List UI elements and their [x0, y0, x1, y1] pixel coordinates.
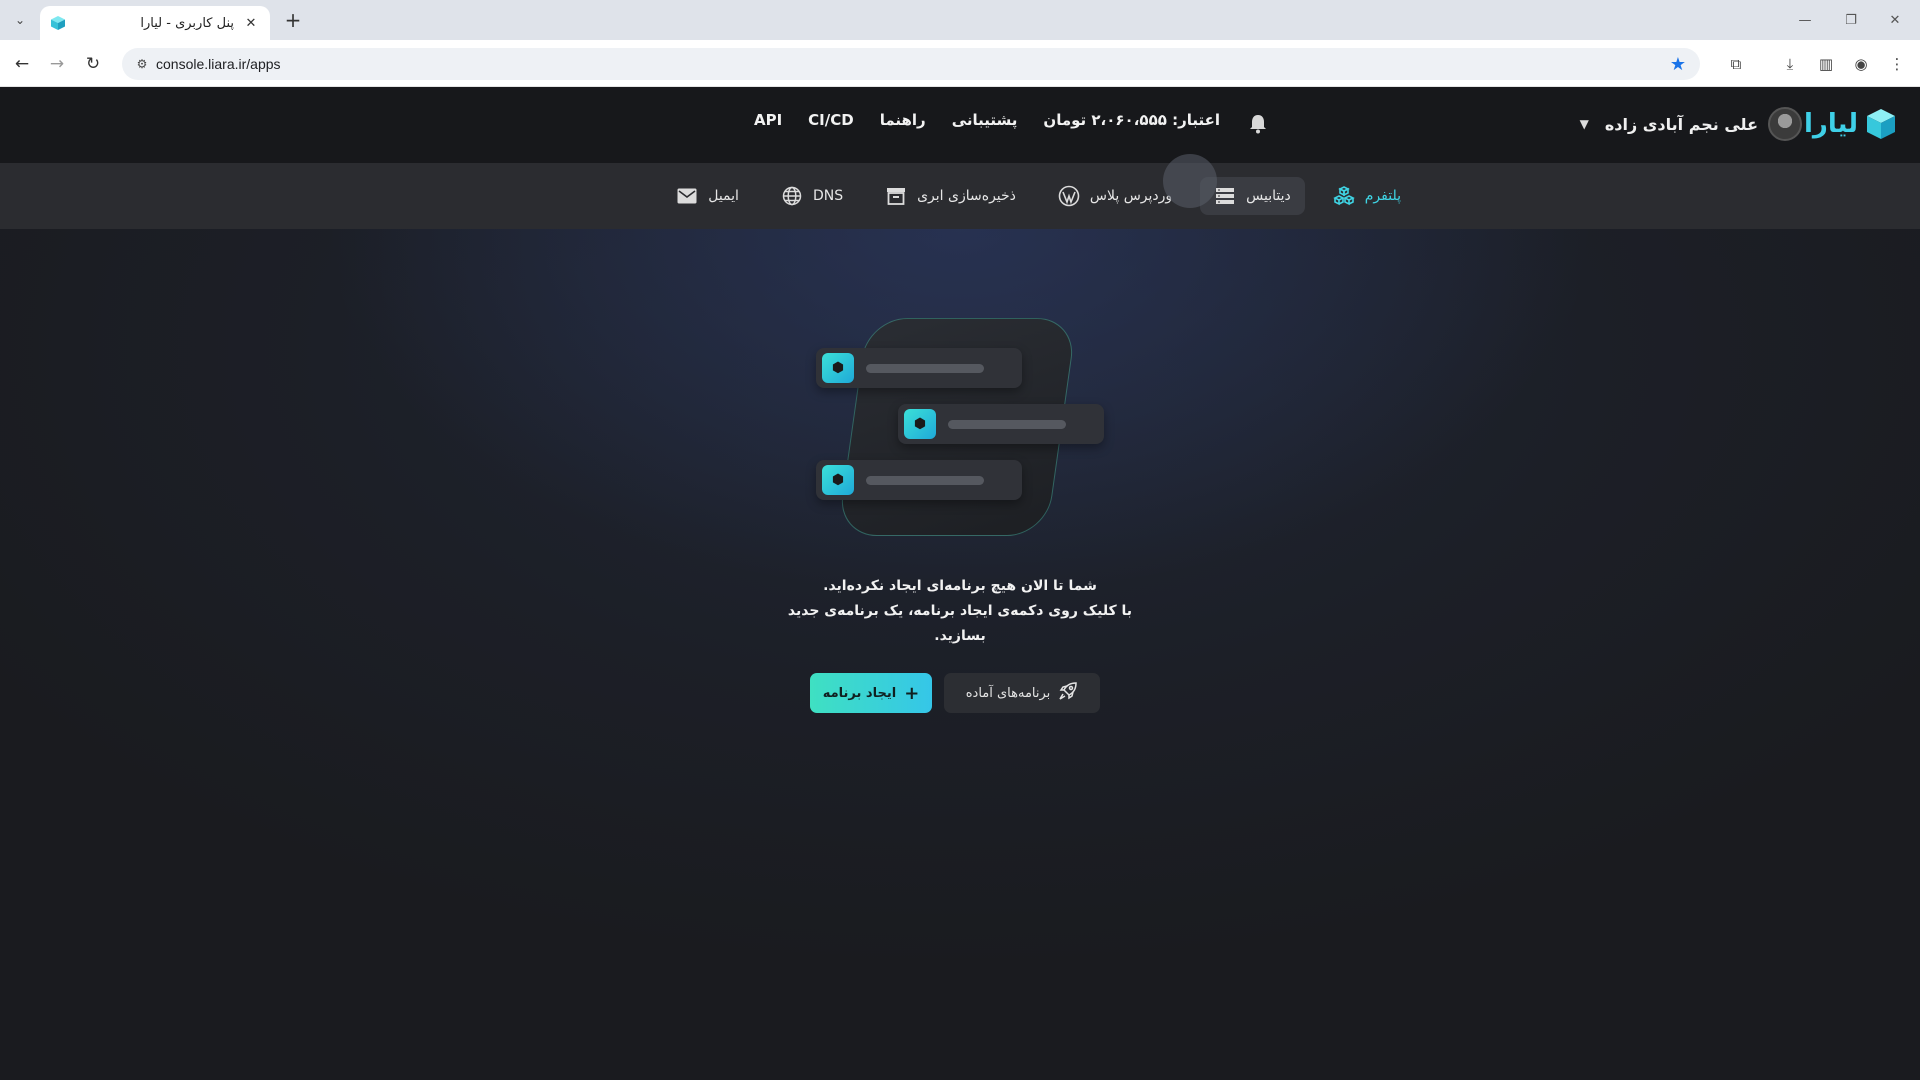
cube-icon: ⬢	[904, 409, 936, 439]
illustration-row: ⬢	[898, 404, 1104, 444]
address-bar[interactable]: ⚙ console.liara.ir/apps ★	[122, 48, 1700, 80]
empty-state-message: شما تا الان هیچ برنامه‌ای ایجاد نکرده‌ای…	[760, 574, 1160, 649]
avatar	[1768, 107, 1802, 141]
liara-favicon-icon	[51, 16, 65, 30]
nav-guide[interactable]: راهنما	[880, 111, 926, 129]
user-menu[interactable]: ▼ علی نجم آبادی زاده	[1580, 107, 1802, 141]
reload-icon[interactable]: ↻	[80, 51, 106, 77]
app-header: لیارا ▼ علی نجم آبادی زاده اعتبار: ۲،۰۶۰…	[0, 87, 1920, 163]
ready-apps-button[interactable]: برنامه‌های آماده	[944, 673, 1100, 713]
browser-toolbar: ← → ↻ ⚙ console.liara.ir/apps ★ ⧉ ⤓ ▥ ◉ …	[0, 40, 1920, 87]
nav-api[interactable]: API	[754, 111, 782, 129]
mouse-cursor-highlight	[1163, 154, 1217, 208]
empty-state-illustration: ⬢ ⬢ ⬢	[812, 318, 1112, 536]
globe-icon	[781, 185, 803, 207]
create-app-label: ایجاد برنامه	[822, 685, 897, 701]
cube-icon: ⬢	[822, 353, 854, 383]
liara-cube-icon	[1867, 109, 1895, 139]
empty-line-1: شما تا الان هیچ برنامه‌ای ایجاد نکرده‌ای…	[823, 578, 1097, 594]
plus-icon: +	[904, 682, 920, 704]
url-text: console.liara.ir/apps	[156, 56, 281, 72]
bookmark-star-icon[interactable]: ★	[1670, 54, 1686, 75]
credit-balance[interactable]: اعتبار: ۲،۰۶۰،۵۵۵ تومان	[1043, 111, 1220, 129]
subnav-label: ایمیل	[708, 188, 739, 204]
liara-logo[interactable]: لیارا	[1804, 107, 1898, 141]
nav-cicd[interactable]: CI/CD	[808, 111, 854, 129]
profile-icon[interactable]: ◉	[1848, 51, 1874, 77]
ready-apps-label: برنامه‌های آماده	[965, 685, 1051, 701]
bell-icon[interactable]	[1246, 112, 1270, 136]
empty-line-2: با کلیک روی دکمه‌ی ایجاد برنامه، یک برنا…	[787, 603, 1133, 619]
browser-tab[interactable]: پنل کاربری - لیارا ✕	[40, 6, 270, 40]
tab-list-chevron-icon[interactable]: ⌄	[10, 10, 30, 30]
minimize-icon[interactable]: —	[1790, 8, 1820, 32]
create-app-button[interactable]: + ایجاد برنامه	[810, 673, 932, 713]
close-window-icon[interactable]: ✕	[1880, 8, 1910, 32]
user-name: علی نجم آبادی زاده	[1604, 114, 1758, 134]
mail-icon	[676, 185, 698, 207]
rocket-icon	[1058, 681, 1078, 705]
nav-support[interactable]: پشتیبانی	[952, 111, 1018, 129]
subnav-label: پلتفرم	[1364, 188, 1401, 204]
storage-icon	[885, 185, 907, 207]
download-icon[interactable]: ⤓	[1777, 51, 1803, 77]
subnav-item-storage[interactable]: ذخیره‌سازی ابری	[871, 177, 1030, 215]
chevron-down-icon: ▼	[1579, 117, 1589, 131]
platform-icon	[1332, 185, 1355, 207]
tab-title: پنل کاربری - لیارا	[140, 15, 234, 31]
subnav-item-platform[interactable]: پلتفرم	[1319, 177, 1415, 215]
restore-icon[interactable]: ❐	[1836, 8, 1866, 32]
cube-icon: ⬢	[822, 465, 854, 495]
extensions-icon[interactable]: ⧉	[1723, 51, 1749, 77]
browser-tabstrip: ⌄ پنل کاربری - لیارا ✕ + — ❐ ✕	[0, 0, 1920, 40]
top-nav: اعتبار: ۲،۰۶۰،۵۵۵ تومان پشتیبانی راهنما …	[754, 111, 1220, 129]
empty-line-3: بسازید.	[934, 628, 986, 644]
forward-icon[interactable]: →	[44, 51, 70, 77]
product-subnav: پلتفرم دیتابیس وردپرس پلاس ذخیره‌سازی اب…	[0, 163, 1920, 229]
illustration-row: ⬢	[816, 460, 1022, 500]
illustration-row: ⬢	[816, 348, 1022, 388]
tab-close-icon[interactable]: ✕	[242, 14, 260, 32]
subnav-label: DNS	[812, 188, 844, 204]
browser-menu-icon[interactable]: ⋮	[1884, 51, 1910, 77]
database-icon	[1214, 185, 1236, 207]
wordpress-icon	[1058, 185, 1080, 207]
subnav-item-dns[interactable]: DNS	[767, 177, 857, 215]
subnav-item-email[interactable]: ایمیل	[662, 177, 753, 215]
site-settings-icon[interactable]: ⚙	[128, 57, 156, 71]
back-icon[interactable]: ←	[9, 51, 35, 77]
new-tab-icon[interactable]: +	[282, 8, 304, 32]
subnav-label: ذخیره‌سازی ابری	[917, 188, 1016, 204]
side-panel-icon[interactable]: ▥	[1813, 51, 1839, 77]
subnav-label: دیتابیس	[1246, 188, 1291, 204]
logo-text: لیارا	[1803, 109, 1858, 139]
subnav-label: وردپرس پلاس	[1089, 188, 1173, 204]
